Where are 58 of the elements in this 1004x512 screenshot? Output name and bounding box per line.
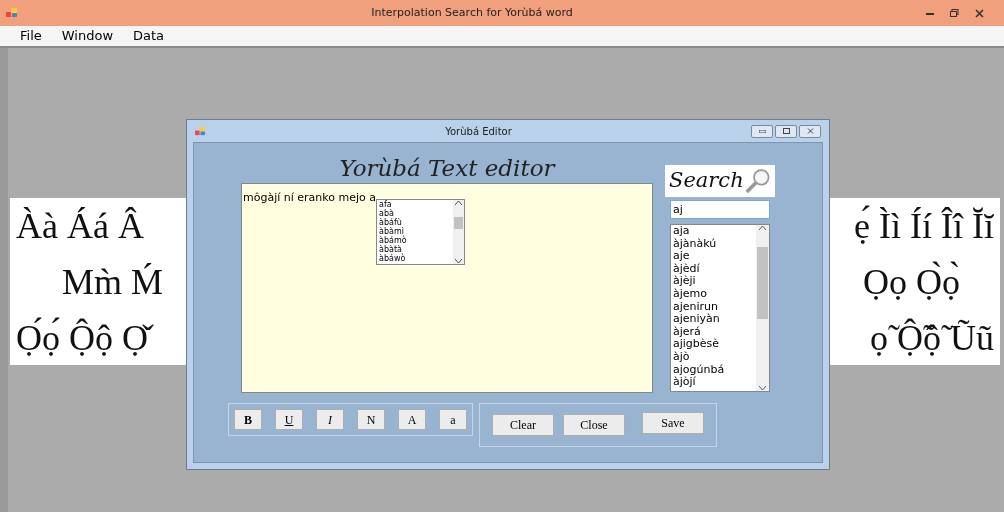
minimize-icon[interactable] (926, 11, 934, 15)
list-item[interactable]: ajeniyàn (673, 313, 754, 326)
list-item[interactable]: àbámò (379, 236, 451, 245)
character-line: Mm̀ Ḿ (61, 260, 165, 304)
list-item[interactable]: àjànàkú (673, 237, 754, 251)
format-button[interactable]: a (439, 409, 467, 430)
list-item[interactable]: ajenirun (673, 300, 754, 314)
scroll-thumb[interactable] (454, 217, 463, 229)
list-item[interactable]: àjèji (673, 275, 754, 288)
close-icon (806, 128, 814, 134)
character-line: ọ̃ Ộ̃ộ̃ Ũũ (869, 316, 995, 360)
list-item[interactable]: ajigbèsè (673, 338, 754, 351)
list-item[interactable]: aje (673, 250, 754, 263)
character-line: Ọ́ọ́ Ộộ Ọ̌ (10, 309, 154, 366)
list-item[interactable]: abà (379, 209, 451, 218)
list-item[interactable]: àbàtà (379, 245, 451, 254)
editor-heading: Yorùbá Text editor (338, 154, 557, 183)
menu-item[interactable]: File (20, 26, 42, 46)
character-line: Àà Áá Â (15, 204, 145, 248)
list-item[interactable]: àjòjí (673, 376, 754, 389)
scrollbar[interactable] (756, 225, 769, 391)
text-editor[interactable]: môgàjí ní eranko mejo a afa abà àbáfù àbàmì àbámò àbàtà àbáwò (241, 183, 653, 393)
restore-icon[interactable] (950, 9, 959, 17)
list-item[interactable]: àbáwò (379, 254, 451, 263)
list-item[interactable]: àjemo (673, 287, 754, 301)
format-button[interactable]: B (234, 409, 262, 430)
search-field[interactable]: aj (670, 200, 770, 219)
list-item[interactable]: aja (673, 225, 754, 238)
format-button[interactable]: A (398, 409, 426, 430)
list-item[interactable]: àjerá (673, 325, 754, 339)
action-button[interactable]: Save (642, 412, 704, 434)
list-item[interactable]: àbàmì (379, 227, 451, 236)
format-button[interactable]: N (357, 409, 385, 430)
menu-item[interactable]: Window (61, 26, 114, 46)
minimize-icon (758, 129, 766, 133)
maximize-button[interactable] (775, 124, 797, 138)
list-item[interactable]: afa (379, 200, 451, 209)
scrollbar[interactable] (453, 200, 464, 264)
list-item[interactable]: àjò (673, 350, 754, 364)
search-text: Search (669, 167, 744, 195)
close-icon[interactable] (975, 8, 984, 18)
character-line: Ọọ Ọ̀ọ̀ (862, 260, 961, 304)
menu-item[interactable]: Data (133, 26, 165, 46)
list-item[interactable]: ajogúnbá (673, 363, 754, 377)
scroll-thumb[interactable] (757, 247, 768, 319)
window-title: Yorùbá Editor (444, 124, 513, 139)
window-title: Interpolation Search for Yorùbá word (370, 4, 574, 21)
format-button[interactable]: I (316, 409, 344, 430)
action-button[interactable]: Close (563, 414, 625, 436)
editor-text: môgàjí ní eranko mejo a (243, 191, 376, 204)
app-icon (195, 126, 206, 136)
list-item[interactable]: àjèdí (673, 262, 754, 276)
app-icon (6, 8, 18, 18)
maximize-icon (782, 128, 790, 134)
format-button[interactable]: U (275, 409, 303, 430)
list-item[interactable]: àbáfù (379, 218, 451, 227)
character-line: ẹ́ Ìì Íí Îî Ĭĭ (853, 204, 995, 248)
action-button[interactable]: Clear (492, 414, 554, 436)
